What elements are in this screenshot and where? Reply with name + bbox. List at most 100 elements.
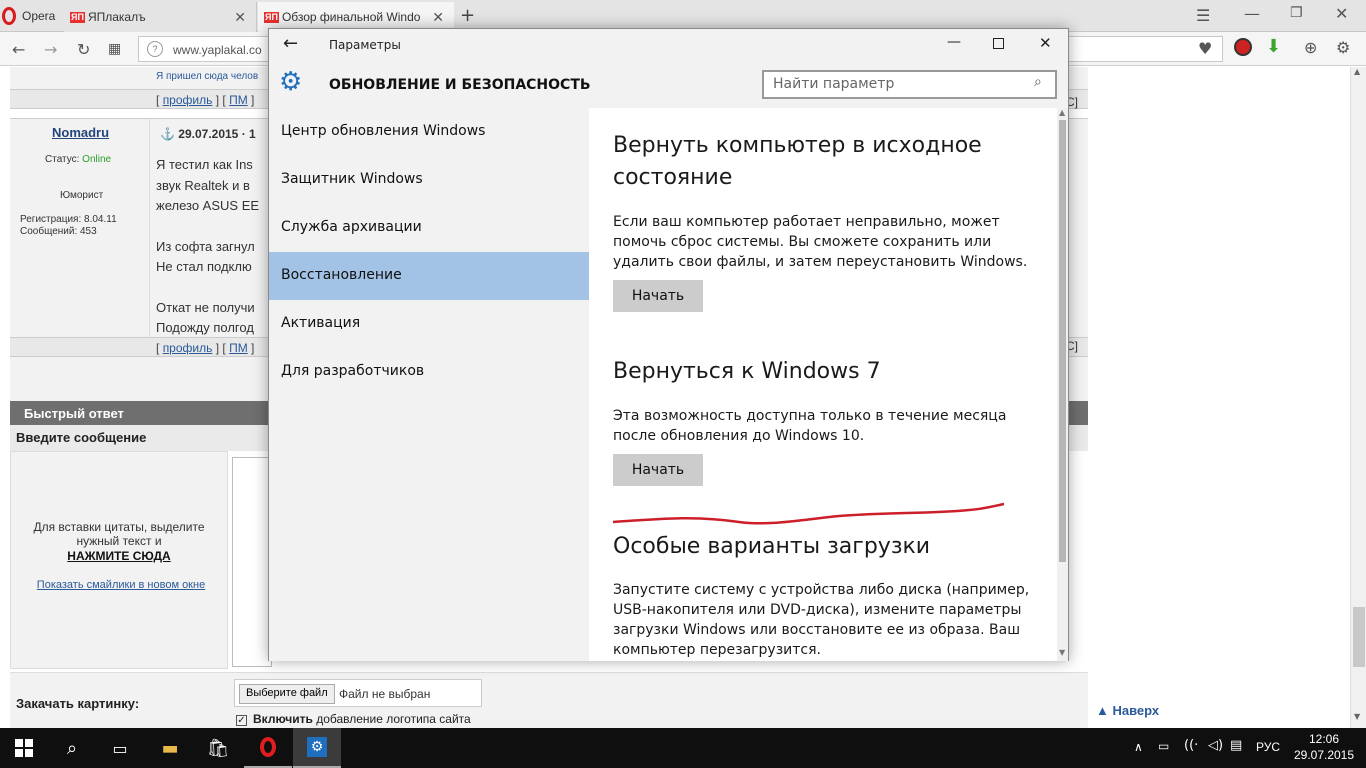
address-text: www.yaplakal.co — [173, 43, 262, 57]
pm-link[interactable]: ПМ — [229, 93, 248, 107]
notifications-icon[interactable]: ▤ — [1230, 738, 1242, 753]
post-links: [ профиль ] [ ПМ ] — [156, 93, 255, 107]
settings-scroll-thumb[interactable] — [1059, 120, 1066, 562]
close-tab-icon[interactable]: ✕ — [432, 9, 444, 26]
tab-label: Обзор финальной Windo — [281, 10, 421, 24]
minimize-icon[interactable]: — — [1244, 4, 1260, 23]
reload-icon[interactable]: ↻ — [77, 40, 90, 59]
message-textarea[interactable] — [232, 457, 272, 667]
speed-dial-icon[interactable]: ▦ — [108, 41, 121, 57]
prev-post-text: Я пришел сюда челов — [156, 71, 259, 82]
rank: Юморист — [60, 190, 104, 201]
settings-scrollbar[interactable]: ▲ ▼ — [1057, 108, 1068, 661]
taskbar: ⌕ ▭ ▬ 🛍 ⚙ ∧ ▭ ((· ◁) ▤ РУС 12:06 29.07.2… — [0, 728, 1366, 768]
smiles-link[interactable]: Показать смайлики в новом окне — [31, 579, 211, 591]
no-file-text: Файл не выбран — [339, 687, 431, 701]
show-hidden-icons[interactable]: ∧ — [1134, 740, 1143, 754]
download-arrow-icon[interactable]: ⬇ — [1266, 36, 1281, 57]
search-placeholder: Найти параметр — [773, 76, 895, 92]
search-icon: ⌕ — [1034, 74, 1042, 90]
page-scrollbar[interactable]: ▲ ▼ — [1350, 67, 1366, 728]
adblock-icon[interactable] — [1234, 38, 1252, 56]
store-icon[interactable]: 🛍 — [194, 728, 242, 768]
menu-icon[interactable]: ⚙ — [1336, 38, 1350, 57]
forward-icon[interactable]: → — [44, 40, 57, 59]
post-links: [ профиль ] [ ПМ ] — [156, 341, 255, 355]
close-icon[interactable]: ✕ — [1039, 34, 1052, 52]
maximize-icon[interactable] — [993, 38, 1004, 49]
pm-link[interactable]: ПМ — [229, 341, 248, 355]
choose-file-button[interactable]: Выберите файл — [239, 684, 335, 704]
opera-label: Opera — [22, 9, 56, 23]
tab-label: ЯПлакалъ — [87, 10, 146, 24]
search-icon[interactable]: ⌕ — [48, 728, 96, 768]
clock-time: 12:06 — [1308, 732, 1340, 746]
gear-icon: ⚙ — [279, 67, 303, 97]
tab-menu-icon[interactable]: ☰ — [1196, 6, 1210, 25]
minimize-icon[interactable]: — — [947, 34, 961, 50]
downloads-icon[interactable]: ⊕ — [1304, 38, 1317, 57]
task-view-icon[interactable]: ▭ — [96, 728, 144, 768]
to-top-link[interactable]: ▲ Наверх — [1096, 703, 1159, 718]
advanced-description: Запустите систему с устройства либо диск… — [613, 582, 1030, 658]
messages-count: Сообщений: 453 — [20, 226, 97, 237]
yaplakal-favicon-icon: ЯП — [70, 11, 85, 23]
settings-content: Вернуть компьютер в исходное состояние Е… — [589, 108, 1057, 661]
reset-start-button[interactable]: Начать — [613, 280, 703, 312]
profile-link[interactable]: профиль — [163, 341, 213, 355]
reset-heading: Вернуть компьютер в исходное состояние — [613, 133, 982, 190]
restore-icon[interactable]: ❐ — [1290, 5, 1303, 21]
section-title: ОБНОВЛЕНИЕ И БЕЗОПАСНОСТЬ — [329, 77, 591, 93]
upload-label: Закачать картинку: — [16, 696, 140, 711]
post-author-panel: Nomadru Статус: Online Юморист Регистрац… — [10, 119, 150, 339]
site-info-icon[interactable]: ? — [147, 41, 163, 57]
nav-windows-defender[interactable]: Защитник Windows — [269, 156, 589, 204]
nav-recovery[interactable]: Восстановление — [269, 252, 589, 300]
volume-icon[interactable]: ◁) — [1208, 738, 1223, 753]
settings-taskbar-icon[interactable]: ⚙ — [293, 728, 341, 768]
page-scroll-thumb[interactable] — [1353, 607, 1365, 667]
author-link[interactable]: Nomadru — [52, 125, 109, 140]
upload-row: Закачать картинку: Выберите файл Файл не… — [10, 672, 1088, 728]
reset-description: Если ваш компьютер работает неправильно,… — [613, 214, 1028, 270]
settings-nav: Центр обновления Windows Защитник Window… — [269, 108, 589, 661]
reply-sidebar: Для вставки цитаты, выделите нужный текс… — [10, 451, 228, 669]
window-title: Параметры — [329, 38, 401, 52]
back-icon[interactable]: ← — [12, 40, 25, 59]
rollback-heading: Вернуться к Windows 7 — [613, 359, 881, 384]
close-tab-icon[interactable]: ✕ — [234, 9, 246, 26]
nav-developers[interactable]: Для разработчиков — [269, 348, 589, 396]
new-tab-button[interactable]: + — [460, 5, 475, 26]
wifi-icon[interactable]: ((· — [1184, 738, 1198, 753]
profile-link[interactable]: профиль — [163, 93, 213, 107]
clock-date: 29.07.2015 — [1293, 748, 1355, 762]
search-input[interactable]: Найти параметр ⌕ — [762, 70, 1057, 99]
windows-icon — [15, 739, 33, 757]
network-device-icon[interactable]: ▭ — [1158, 739, 1169, 753]
nav-activation[interactable]: Активация — [269, 300, 589, 348]
rollback-description: Эта возможность доступна только в течени… — [613, 408, 1007, 444]
clock[interactable]: 12:06 29.07.2015 — [1292, 731, 1356, 763]
rollback-start-button[interactable]: Начать — [613, 454, 703, 486]
quote-hint: Для вставки цитаты, выделите нужный текс… — [33, 520, 205, 548]
heart-icon[interactable]: ♥ — [1198, 39, 1212, 58]
close-icon[interactable]: ✕ — [1335, 4, 1348, 23]
nav-windows-update[interactable]: Центр обновления Windows — [269, 108, 589, 156]
opera-taskbar-icon[interactable] — [244, 728, 292, 768]
back-arrow-icon[interactable]: ← — [283, 33, 298, 54]
click-here-link[interactable]: НАЖМИТЕ СЮДА — [19, 549, 219, 563]
red-underline-annotation — [612, 502, 1005, 525]
anchor-icon: ⚓ — [160, 127, 175, 141]
status: Статус: Online — [45, 154, 112, 165]
nav-backup[interactable]: Служба архивации — [269, 204, 589, 252]
tab-yaplakal[interactable]: ЯП ЯПлакалъ ✕ — [64, 2, 257, 32]
start-button[interactable] — [0, 728, 48, 768]
file-explorer-icon[interactable]: ▬ — [146, 728, 194, 768]
registration: Регистрация: 8.04.11 — [20, 214, 117, 225]
post-date: ⚓ 29.07.2015 · 1 — [160, 127, 256, 141]
post-body: Я тестил как Ins звук Realtek и в железо A… — [156, 157, 260, 335]
file-input[interactable]: Выберите файл Файл не выбран — [234, 679, 482, 707]
opera-menu-button[interactable]: Opera — [0, 0, 64, 32]
logo-checkbox[interactable]: ✓ — [236, 715, 247, 726]
language-indicator[interactable]: РУС — [1256, 740, 1280, 754]
